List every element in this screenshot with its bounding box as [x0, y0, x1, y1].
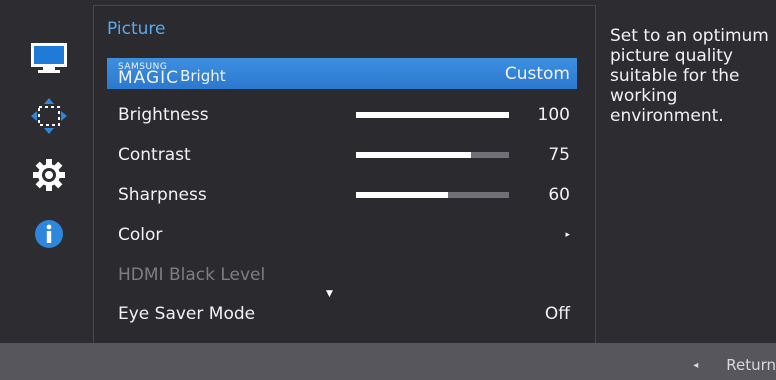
scroll-down-icon[interactable]: ▼: [326, 289, 333, 299]
contrast-slider[interactable]: [356, 152, 509, 158]
hdmi-black-level-label: HDMI Black Level: [118, 265, 266, 285]
menu-item-sharpness[interactable]: Sharpness 60: [107, 181, 577, 209]
sharpness-label: Sharpness: [118, 185, 207, 205]
menu-item-eye-saver-mode[interactable]: Eye Saver Mode Off: [107, 300, 577, 328]
gear-icon[interactable]: [19, 155, 79, 195]
left-arrow-icon: ◂: [693, 359, 699, 371]
menu-title: Picture: [107, 19, 166, 39]
help-description: Set to an optimum picture quality suitab…: [610, 26, 769, 126]
brightness-value: 100: [537, 105, 570, 125]
return-label: Return: [726, 356, 776, 374]
menu-item-brightness[interactable]: Brightness 100: [107, 101, 577, 129]
sharpness-slider[interactable]: [356, 192, 509, 198]
osd-screen: Picture SAMSUNG MAGIC Bright Custom Brig…: [0, 0, 776, 380]
bottom-bar: [0, 343, 776, 380]
return-button[interactable]: ◂ Return: [693, 355, 776, 375]
info-icon[interactable]: [19, 214, 79, 254]
menu-item-contrast[interactable]: Contrast 75: [107, 141, 577, 169]
eye-saver-mode-label: Eye Saver Mode: [118, 304, 256, 324]
menu-item-hdmi-black-level: HDMI Black Level: [107, 261, 577, 289]
samsung-magic-logo: SAMSUNG MAGIC: [118, 61, 180, 88]
sharpness-value: 60: [548, 185, 570, 205]
magicbright-value: Custom: [504, 63, 570, 84]
eye-saver-mode-value: Off: [544, 304, 570, 324]
brightness-slider[interactable]: [356, 112, 509, 118]
contrast-value: 75: [548, 145, 570, 165]
brightness-label: Brightness: [118, 105, 209, 125]
contrast-label: Contrast: [118, 145, 191, 165]
magicbright-label: SAMSUNG MAGIC Bright: [118, 61, 226, 88]
menu-item-color[interactable]: Color ▸: [107, 221, 577, 249]
monitor-icon[interactable]: [19, 38, 79, 78]
move-arrows-icon[interactable]: [19, 96, 79, 136]
menu-item-magicbright[interactable]: SAMSUNG MAGIC Bright Custom: [107, 58, 577, 89]
submenu-arrow-icon: ▸: [565, 230, 570, 240]
color-label: Color: [118, 225, 163, 245]
picture-menu-panel: Picture SAMSUNG MAGIC Bright Custom Brig…: [93, 5, 596, 344]
